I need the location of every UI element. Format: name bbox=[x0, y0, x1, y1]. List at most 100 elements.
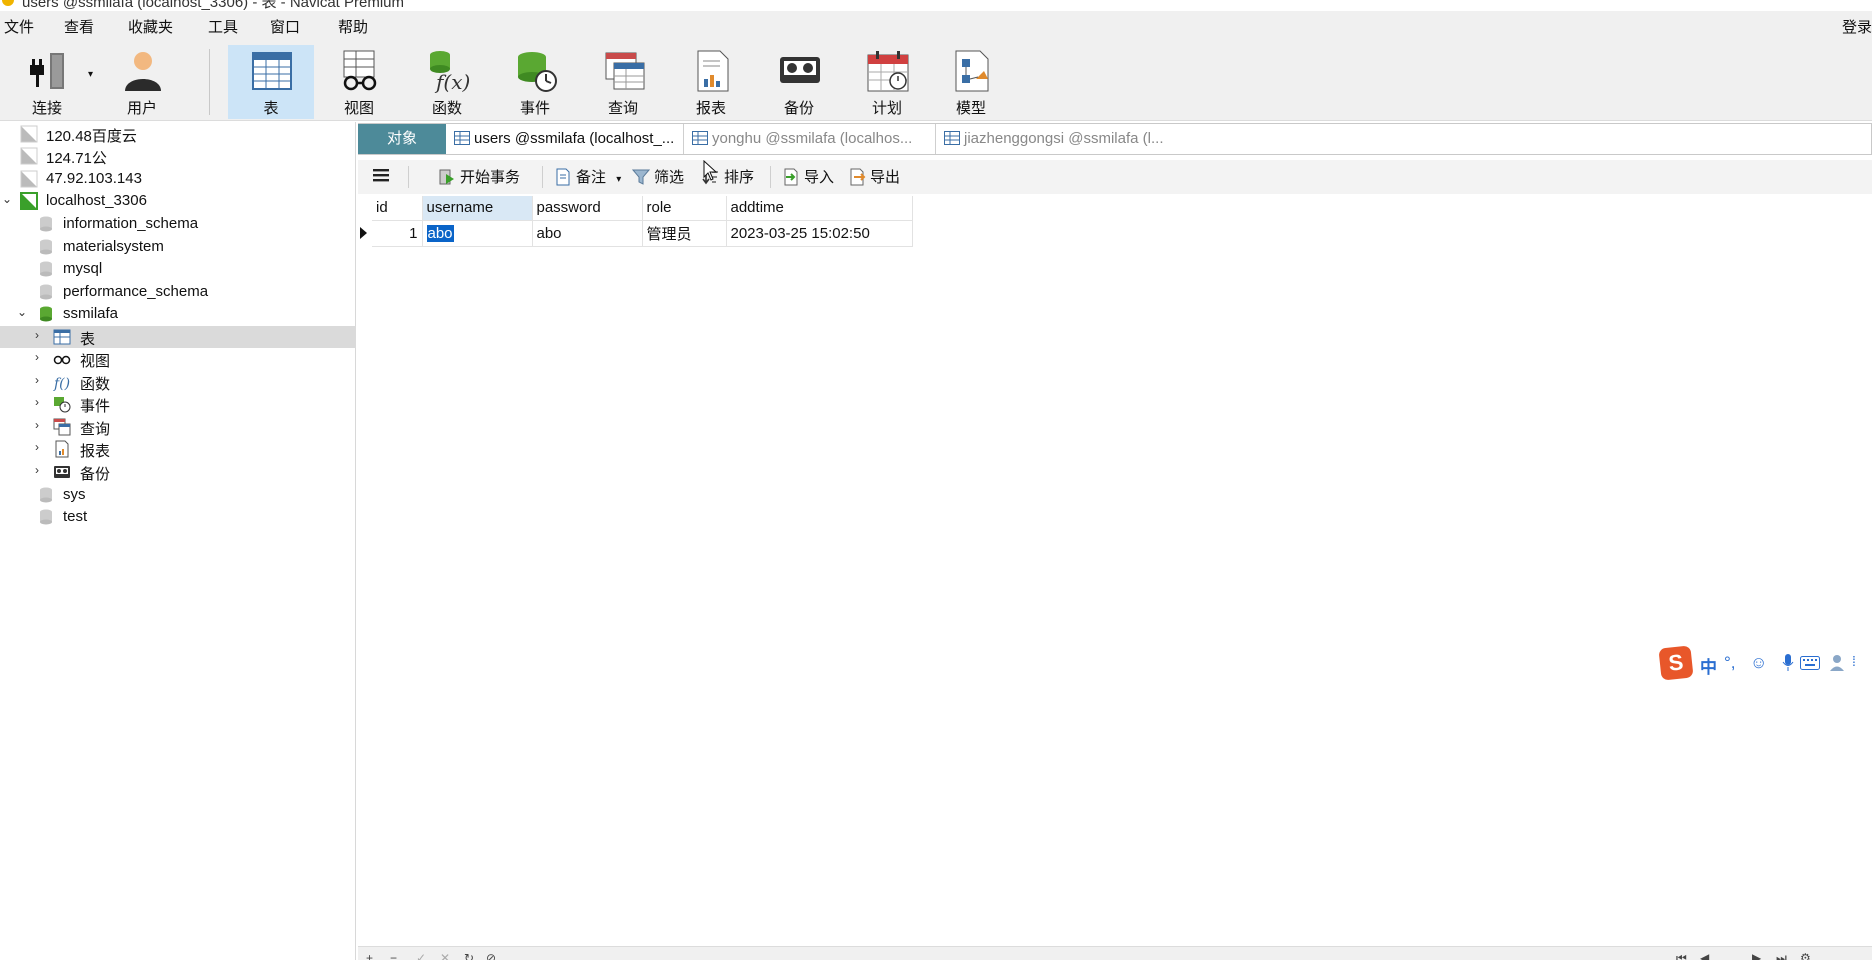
ime-mode-toggle[interactable]: 中 bbox=[1700, 653, 1717, 678]
tree-item-queries[interactable]: › 查询 bbox=[0, 416, 356, 438]
cell-password[interactable]: abo bbox=[532, 220, 643, 247]
title-bar: users @ssmilafa (localhost_3306) - 表 - N… bbox=[0, 0, 1872, 10]
table-icon bbox=[53, 329, 71, 345]
emoji-icon[interactable]: ☺ bbox=[1750, 653, 1767, 673]
column-header-username[interactable]: username bbox=[422, 196, 533, 221]
add-record-icon[interactable]: + bbox=[366, 951, 373, 960]
tree-item-views[interactable]: › 视图 bbox=[0, 348, 356, 370]
database-item-performance-schema[interactable]: performance_schema bbox=[0, 281, 356, 303]
apply-icon[interactable]: ✓ bbox=[416, 951, 426, 960]
column-header-password[interactable]: password bbox=[532, 196, 643, 221]
tree-item-events[interactable]: › 事件 bbox=[0, 393, 356, 415]
connect-dropdown-icon[interactable]: ▾ bbox=[88, 69, 93, 80]
column-header-role[interactable]: role bbox=[642, 196, 727, 221]
connection-item-baidu[interactable]: 120.48百度云 bbox=[0, 123, 356, 145]
cell-id[interactable]: 1 bbox=[372, 220, 423, 247]
tree-item-tables[interactable]: › 表 bbox=[0, 326, 356, 348]
backup-button[interactable]: 备份 bbox=[756, 45, 842, 119]
chevron-right-icon[interactable]: › bbox=[35, 440, 47, 454]
database-icon bbox=[40, 487, 52, 503]
column-header-addtime[interactable]: addtime bbox=[726, 196, 913, 221]
chevron-right-icon[interactable]: › bbox=[35, 328, 47, 342]
tree-label: 表 bbox=[80, 331, 96, 348]
next-page-icon[interactable]: ▶ bbox=[1752, 951, 1761, 960]
chevron-down-icon[interactable]: ⌄ bbox=[2, 192, 14, 206]
tab-jiazhenggongsi[interactable]: jiazhenggongsi @ssmilafa (l... bbox=[938, 124, 1188, 154]
chevron-right-icon[interactable]: › bbox=[35, 373, 47, 387]
data-table: id username password role addtime 1 abo … bbox=[372, 196, 913, 247]
database-item-test[interactable]: test bbox=[0, 506, 356, 528]
event-button[interactable]: 事件 bbox=[492, 45, 578, 119]
database-item-mysql[interactable]: mysql bbox=[0, 258, 356, 280]
begin-transaction-button[interactable]: 开始事务 bbox=[438, 166, 520, 188]
column-header-id[interactable]: id bbox=[372, 196, 423, 221]
delete-record-icon[interactable]: − bbox=[390, 951, 397, 960]
chevron-right-icon[interactable]: › bbox=[35, 395, 47, 409]
ime-more-icon[interactable]: ⁞ bbox=[1852, 653, 1856, 669]
chevron-down-icon[interactable]: ⌄ bbox=[17, 305, 29, 319]
transaction-icon bbox=[439, 169, 454, 185]
ime-toolbar[interactable]: S 中 °, ☺ ⁞ bbox=[1656, 645, 1872, 681]
cell-role[interactable]: 管理员 bbox=[642, 220, 727, 247]
menu-tools[interactable]: 工具 bbox=[208, 16, 238, 37]
view-button[interactable]: 视图 bbox=[316, 45, 402, 119]
memo-dropdown-icon[interactable]: ▾ bbox=[616, 174, 621, 185]
connection-item-47[interactable]: 47.92.103.143 bbox=[0, 168, 356, 190]
table-icon bbox=[252, 52, 292, 90]
table-row[interactable]: 1 abo abo 管理员 2023-03-25 15:02:50 bbox=[372, 220, 913, 247]
microphone-icon[interactable] bbox=[1782, 654, 1794, 672]
prev-page-icon[interactable]: ◀ bbox=[1700, 951, 1709, 960]
tab-yonghu[interactable]: yonghu @ssmilafa (localhos... bbox=[686, 124, 936, 154]
database-item-sys[interactable]: sys bbox=[0, 484, 356, 506]
filter-icon bbox=[632, 169, 650, 185]
table-button[interactable]: 表 bbox=[228, 45, 314, 119]
backup-icon bbox=[780, 57, 820, 83]
chevron-right-icon[interactable]: › bbox=[35, 418, 47, 432]
memo-button[interactable]: 备注 ▾ bbox=[554, 166, 621, 188]
query-button[interactable]: 查询 bbox=[580, 45, 666, 119]
tab-objects[interactable]: 对象 bbox=[358, 124, 446, 154]
tab-users[interactable]: users @ssmilafa (localhost_... bbox=[448, 124, 684, 154]
menu-favorites[interactable]: 收藏夹 bbox=[128, 16, 173, 37]
tree-item-functions[interactable]: › f() 函数 bbox=[0, 371, 356, 393]
menu-help[interactable]: 帮助 bbox=[338, 16, 368, 37]
settings-icon[interactable]: ⚙ bbox=[1800, 951, 1811, 960]
schedule-button[interactable]: 计划 bbox=[844, 45, 930, 119]
sogou-logo-icon[interactable]: S bbox=[1658, 645, 1694, 681]
report-button[interactable]: 报表 bbox=[668, 45, 754, 119]
chevron-right-icon[interactable]: › bbox=[35, 463, 47, 477]
export-button[interactable]: 导出 bbox=[848, 166, 900, 188]
last-page-icon[interactable]: ⏭ bbox=[1776, 951, 1787, 960]
first-page-icon[interactable]: ⏮ bbox=[1676, 951, 1687, 960]
database-item-information-schema[interactable]: information_schema bbox=[0, 213, 356, 235]
refresh-icon[interactable]: ↻ bbox=[464, 951, 474, 960]
connect-button[interactable]: ▾ 连接 bbox=[4, 45, 93, 119]
chevron-right-icon[interactable]: › bbox=[35, 350, 47, 364]
tree-item-reports[interactable]: › 报表 bbox=[0, 438, 356, 460]
menu-file[interactable]: 文件 bbox=[4, 16, 34, 37]
selected-cell-text[interactable]: abo bbox=[426, 224, 454, 242]
user-button[interactable]: 用户 bbox=[99, 45, 185, 119]
keyboard-icon[interactable] bbox=[1800, 656, 1820, 670]
connection-item-124[interactable]: 124.71公 bbox=[0, 145, 356, 167]
ime-punctuation-toggle[interactable]: °, bbox=[1724, 653, 1736, 673]
user-profile-icon[interactable] bbox=[1828, 654, 1846, 672]
menu-window[interactable]: 窗口 bbox=[270, 16, 300, 37]
window-title: users @ssmilafa (localhost_3306) - 表 - N… bbox=[22, 0, 405, 10]
tree-item-backups[interactable]: › 备份 bbox=[0, 461, 356, 483]
menu-icon[interactable] bbox=[372, 166, 390, 188]
model-button[interactable]: 模型 bbox=[928, 45, 1014, 119]
stop-icon[interactable]: ⊘ bbox=[486, 951, 496, 960]
menu-view[interactable]: 查看 bbox=[64, 16, 94, 37]
discard-icon[interactable]: ✕ bbox=[440, 951, 450, 960]
cell-addtime[interactable]: 2023-03-25 15:02:50 bbox=[726, 220, 913, 247]
cell-username[interactable]: abo bbox=[422, 220, 533, 247]
login-link[interactable]: 登录 bbox=[1842, 16, 1872, 37]
function-button[interactable]: f(x) 函数 bbox=[404, 45, 490, 119]
database-item-materialsystem[interactable]: materialsystem bbox=[0, 236, 356, 258]
connection-item-localhost[interactable]: ⌄ localhost_3306 bbox=[0, 190, 356, 212]
filter-button[interactable]: 筛选 bbox=[632, 166, 684, 188]
database-item-ssmilafa[interactable]: ⌄ ssmilafa bbox=[0, 303, 356, 325]
import-button[interactable]: 导入 bbox=[782, 166, 834, 188]
tree-label: 函数 bbox=[80, 376, 111, 393]
